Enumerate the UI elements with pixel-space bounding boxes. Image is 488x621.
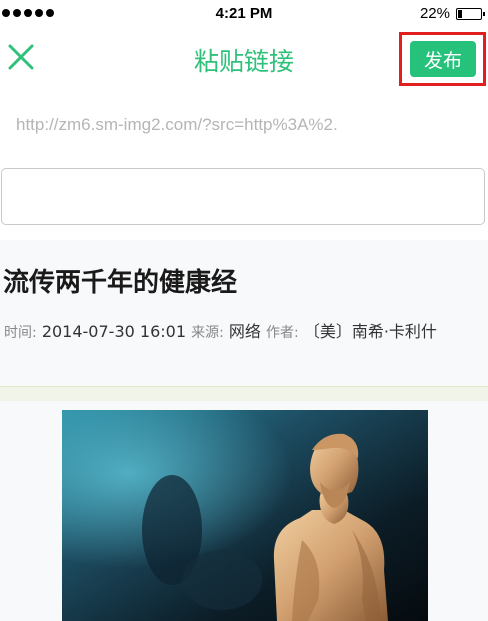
source-value: 网络 [228, 322, 261, 341]
author-label: 作者: [266, 325, 299, 341]
source-label: 来源: [191, 325, 224, 341]
time-label: 时间: [4, 325, 37, 341]
article-meta: 时间: 2014-07-30 16:01 来源: 网络 作者: 〔美〕南希·卡利… [4, 318, 482, 347]
time-value: 2014-07-30 16:01 [41, 322, 186, 341]
divider-band [0, 387, 488, 401]
pasted-url-text: http://zm6.sm-img2.com/?src=http%3A%2. [16, 115, 338, 134]
battery-percent: 22% [419, 5, 450, 22]
publish-highlight-frame: 发布 [399, 32, 486, 86]
publish-button[interactable]: 发布 [410, 41, 476, 77]
link-input[interactable] [1, 168, 485, 225]
article-title: 流传两千年的健康经 [3, 268, 238, 298]
article-image [62, 410, 428, 621]
author-value: 〔美〕南希·卡利什 [303, 322, 437, 341]
battery-icon [456, 8, 485, 20]
nav-bar: 粘贴链接 发布 [0, 28, 488, 90]
article-preview: 流传两千年的健康经 时间: 2014-07-30 16:01 来源: 网络 作者… [0, 240, 488, 621]
status-time: 4:21 PM [215, 5, 273, 22]
status-bar: 4:21 PM 22% [0, 0, 488, 28]
